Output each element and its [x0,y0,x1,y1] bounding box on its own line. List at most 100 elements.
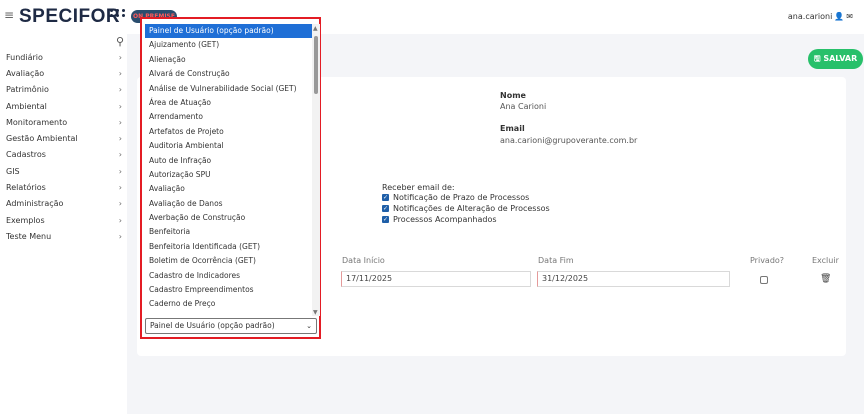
check-label: Notificações de Alteração de Processos [393,204,550,213]
privado-checkbox[interactable] [760,276,768,284]
user-menu[interactable]: ana.carioni 👤 ✉ [788,12,853,21]
dropdown-scrollbar[interactable]: ▲ ▼ [312,24,320,316]
sidebar-item[interactable]: Exemplos › [0,212,127,228]
default-page-dropdown[interactable]: Painel de Usuário (opção padrão) Ajuizame… [140,17,321,339]
dropdown-option[interactable]: Benfeitoria Identificada (GET) [145,240,312,254]
sidebar-item-label: Teste Menu [6,231,52,241]
sidebar-item[interactable]: Cadastros › [0,147,127,163]
user-icon: 👤 [834,12,845,21]
checkbox-checked-icon[interactable]: ✓ [382,194,389,201]
dropdown-option[interactable]: Cadastro Empreendimentos [145,283,312,297]
chevron-right-icon: › [118,101,122,111]
dropdown-option[interactable]: Caderno de Preço [145,297,312,311]
default-page-select[interactable]: Painel de Usuário (opção padrão) ⌄ [145,318,317,334]
checkbox-checked-icon[interactable]: ✓ [382,205,389,212]
sidebar-item[interactable]: Monitoramento › [0,114,127,130]
sidebar-item-label: Relatórios [6,183,46,193]
sidebar-item[interactable]: Avaliação › [0,65,127,81]
sidebar-item-label: Gestão Ambiental [6,134,78,144]
receber-label: Receber email de: [382,183,455,192]
chevron-right-icon: › [118,52,122,62]
top-bar: ≡ SPECIFOR ON PREMISE ana.carioni 👤 ✉ [0,0,864,34]
dropdown-options-list[interactable]: Painel de Usuário (opção padrão) Ajuizame… [145,24,312,316]
dropdown-option[interactable]: Artefatos de Projeto [145,125,312,139]
sidebar-item-label: Exemplos [6,215,45,225]
chevron-right-icon: › [118,215,122,225]
sidebar-item[interactable]: GIS › [0,163,127,179]
nome-value: Ana Carioni [500,102,547,111]
check-label: Notificação de Prazo de Processos [393,193,530,202]
col-data-fim: Data Fim [538,256,574,265]
chevron-right-icon: › [118,117,122,127]
dropdown-option[interactable]: Avaliação de Danos [145,197,312,211]
col-privado: Privado? [750,256,785,265]
sidebar-item-label: GIS [6,166,20,176]
sidebar-item[interactable]: Teste Menu › [0,228,127,244]
dropdown-option[interactable]: Área de Atuação [145,96,312,110]
sidebar-item-label: Monitoramento [6,117,68,127]
sidebar: ⚲ Fundiário › Avaliação › Patrimônio › Ambient… [0,34,127,414]
data-fim-input[interactable]: 31/12/2025 [537,271,730,287]
email-value: ana.carioni@grupoverante.com.br [500,136,638,145]
checkbox-checked-icon[interactable]: ✓ [382,216,389,223]
chevron-down-icon[interactable]: ⌄ [306,319,312,333]
check-acompanhados[interactable]: ✓ Processos Acompanhados [382,215,497,224]
scroll-thumb[interactable] [314,36,318,94]
dropdown-option[interactable]: Autorização SPU [145,168,312,182]
sidebar-item-label: Avaliação [6,68,45,78]
sidebar-item[interactable]: Fundiário › [0,49,127,65]
brand-logo: SPECIFOR [19,6,121,27]
sidebar-item[interactable]: Administração › [0,196,127,212]
sidebar-item[interactable]: Patrimônio › [0,82,127,98]
chevron-right-icon: › [118,85,122,95]
chevron-right-icon: › [118,183,122,193]
search-icon[interactable]: ⚲ [116,35,124,48]
check-alteracao[interactable]: ✓ Notificações de Alteração de Processos [382,204,550,213]
select-value: Painel de Usuário (opção padrão) [150,321,275,330]
check-prazo[interactable]: ✓ Notificação de Prazo de Processos [382,193,529,202]
data-inicio-input[interactable]: 17/11/2025 [341,271,531,287]
hamburger-menu-icon[interactable]: ≡ [4,8,14,22]
sidebar-menu: Fundiário › Avaliação › Patrimônio › Ambiental… [0,49,127,245]
dropdown-option[interactable]: Auto de Infração [145,154,312,168]
user-name: ana.carioni [787,12,833,21]
sidebar-item[interactable]: Gestão Ambiental › [0,130,127,146]
dropdown-option[interactable]: Arrendamento [145,110,312,124]
dropdown-option[interactable]: Boletim de Ocorrência (GET) [145,254,312,268]
dropdown-option[interactable]: Alienação [145,53,312,67]
sidebar-item[interactable]: Ambiental › [0,98,127,114]
col-data-inicio: Data Início [342,256,385,265]
sidebar-item[interactable]: Relatórios › [0,179,127,195]
sidebar-item-label: Fundiário [6,52,43,62]
sidebar-item-label: Cadastros [6,150,46,160]
scroll-down-icon[interactable]: ▼ [313,309,318,316]
save-icon: 🖫 [813,54,821,63]
sidebar-item-label: Patrimônio [6,85,49,95]
sidebar-item-label: Ambiental [6,101,47,111]
dropdown-option[interactable]: Ajuizamento (GET) [145,38,312,52]
nome-label: Nome [500,91,526,100]
email-label: Email [500,124,525,133]
dropdown-option[interactable]: Averbação de Construção [145,211,312,225]
dropdown-option[interactable]: Análise de Vulnerabilidade Social (GET) [145,82,312,96]
sidebar-item-label: Administração [6,199,64,209]
dropdown-option[interactable]: Avaliação [145,182,312,196]
check-label: Processos Acompanhados [393,215,497,224]
dropdown-option[interactable]: Benfeitoria [145,225,312,239]
dropdown-option[interactable]: Cadastro de Indicadores [145,269,312,283]
trash-icon[interactable]: 🗑 [820,274,831,284]
dropdown-option[interactable]: Painel de Usuário (opção padrão) [145,24,312,39]
chevron-right-icon: › [118,199,122,209]
save-button[interactable]: 🖫 SALVAR [808,49,863,69]
chevron-right-icon: › [118,150,122,160]
dropdown-option[interactable]: Alvará de Construção [145,67,312,81]
brand-dots-icon [110,9,126,17]
mail-icon[interactable]: ✉ [846,12,853,21]
dropdown-option[interactable]: Auditoria Ambiental [145,139,312,153]
save-label: SALVAR [823,54,858,63]
scroll-up-icon[interactable]: ▲ [313,25,318,32]
chevron-right-icon: › [118,166,122,176]
chevron-right-icon: › [118,68,122,78]
col-excluir: Excluir [812,256,839,265]
chevron-right-icon: › [118,231,122,241]
